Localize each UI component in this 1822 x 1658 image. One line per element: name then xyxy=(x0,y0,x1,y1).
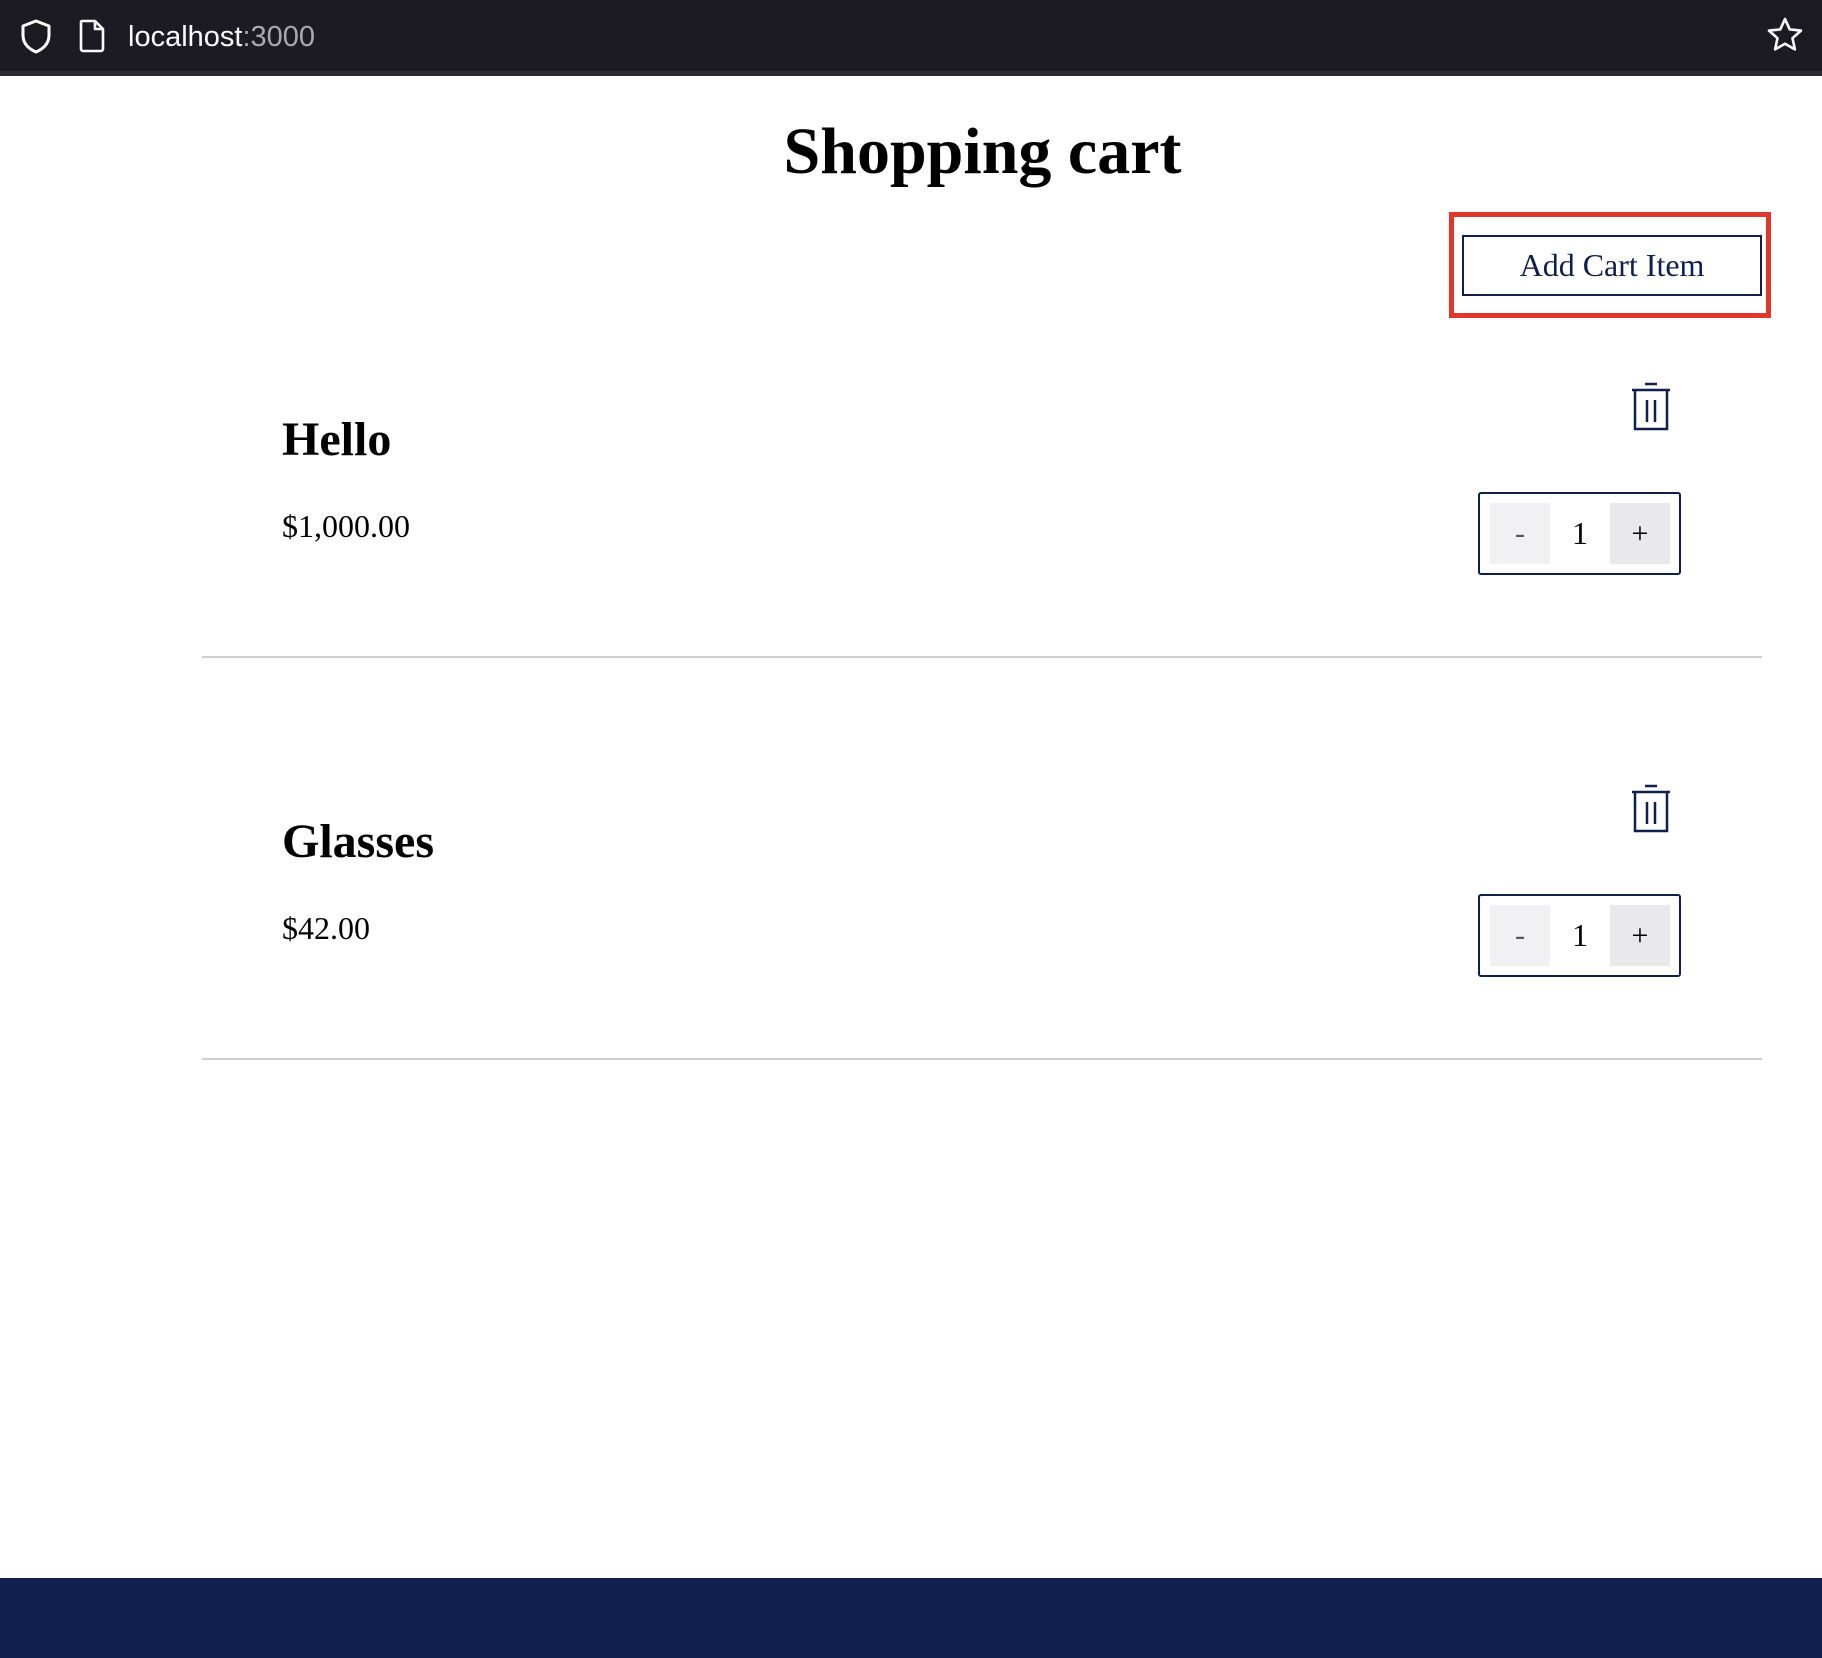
trash-icon[interactable] xyxy=(1629,783,1673,835)
item-name: Hello xyxy=(282,413,392,466)
decrease-quantity-button[interactable]: - xyxy=(1490,905,1550,966)
decrease-quantity-button[interactable]: - xyxy=(1490,503,1550,564)
item-price: $1,000.00 xyxy=(282,508,410,544)
footer-bar xyxy=(0,1578,1822,1658)
cart-item: Glasses $42.00 - 1 + xyxy=(0,0,1822,1060)
item-divider xyxy=(202,656,1762,658)
item-divider xyxy=(202,1058,1762,1060)
quantity-stepper: - 1 + xyxy=(1478,894,1681,977)
quantity-stepper: - 1 + xyxy=(1478,492,1681,575)
item-price: $42.00 xyxy=(282,910,370,946)
quantity-value: 1 xyxy=(1572,515,1588,551)
increase-quantity-button[interactable]: + xyxy=(1610,503,1670,564)
increase-quantity-button[interactable]: + xyxy=(1610,905,1670,966)
quantity-value: 1 xyxy=(1572,917,1588,953)
item-name: Glasses xyxy=(282,815,435,868)
trash-icon[interactable] xyxy=(1629,381,1673,433)
